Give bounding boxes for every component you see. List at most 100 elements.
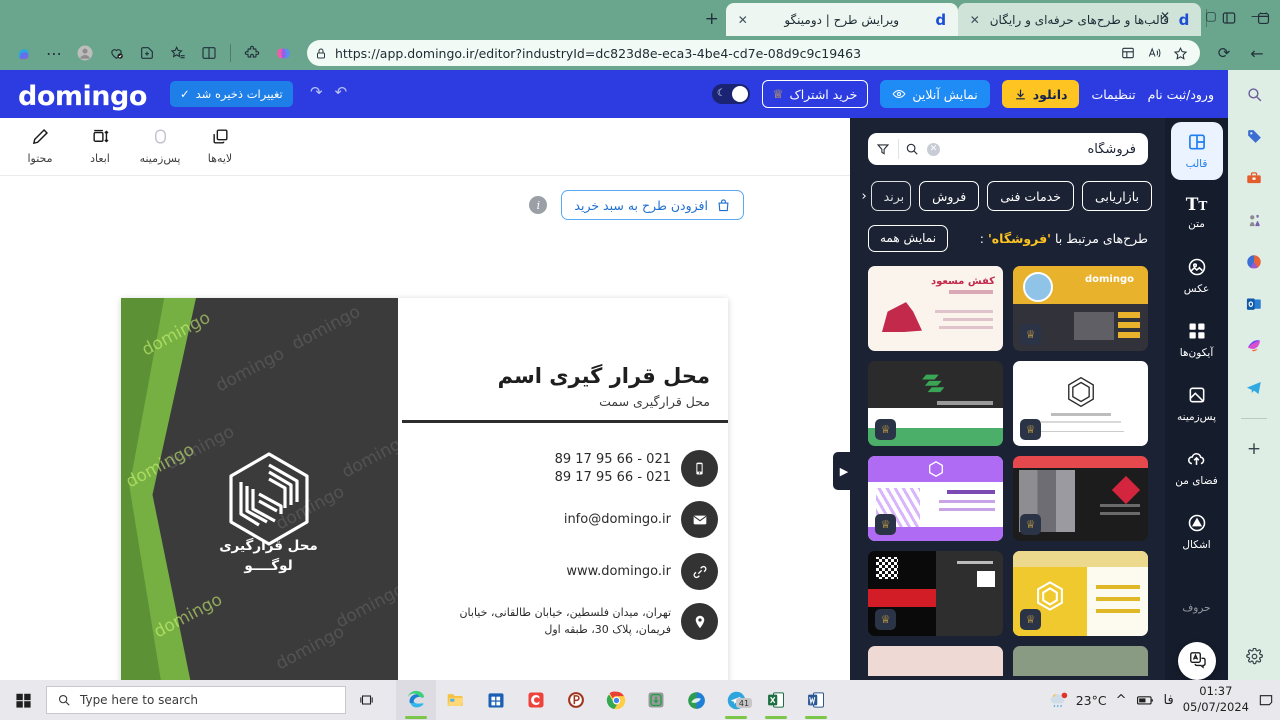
- clear-icon[interactable]: ✕: [927, 142, 940, 156]
- taskbar-chrome-icon[interactable]: [596, 680, 636, 720]
- tool-content[interactable]: محتوا: [16, 124, 64, 165]
- search-icon[interactable]: [899, 142, 925, 156]
- start-button[interactable]: [0, 680, 46, 720]
- taskbar-word-icon[interactable]: [796, 680, 836, 720]
- outlook-icon[interactable]: [1239, 290, 1269, 318]
- redo-icon[interactable]: ↷: [310, 83, 323, 101]
- designer-icon[interactable]: [1239, 332, 1269, 360]
- template-search-bar[interactable]: ✕: [868, 133, 1148, 165]
- search-input[interactable]: [940, 141, 1148, 157]
- online-preview-button[interactable]: نمایش آنلاین: [880, 80, 990, 108]
- tool-background[interactable]: پس‌زمینه: [136, 124, 184, 165]
- info-icon[interactable]: i: [529, 196, 548, 214]
- template-thumbnail[interactable]: ♕: [868, 456, 1003, 541]
- taskbar-edge-icon[interactable]: [396, 680, 436, 720]
- template-thumbnail[interactable]: ♕: [1013, 551, 1148, 636]
- collections-icon[interactable]: [163, 39, 193, 67]
- rail-item-shapes[interactable]: اشکال: [1165, 500, 1228, 564]
- business-card-canvas[interactable]: domingo domingo domingo domingo domingo …: [121, 298, 728, 680]
- chevron-left-icon[interactable]: ‹: [861, 189, 866, 204]
- add-to-cart-button[interactable]: افزودن طرح به سبد خرید: [561, 190, 744, 220]
- rail-item-icons[interactable]: آیکون‌ها: [1165, 308, 1228, 372]
- telegram-icon[interactable]: [1239, 374, 1269, 402]
- profile-avatar[interactable]: [70, 39, 100, 67]
- toolbox-icon[interactable]: [1239, 164, 1269, 192]
- rail-item-my-space[interactable]: فضای من: [1165, 436, 1228, 500]
- health-check-icon[interactable]: [101, 39, 131, 67]
- rail-item-image[interactable]: عکس: [1165, 244, 1228, 308]
- template-thumbnail[interactable]: ♕: [868, 551, 1003, 636]
- games-icon[interactable]: [1239, 206, 1269, 234]
- template-thumbnail[interactable]: [868, 646, 1003, 676]
- close-button[interactable]: ✕: [1142, 0, 1188, 32]
- back-icon[interactable]: ←: [1242, 39, 1272, 67]
- taskbar-search[interactable]: Type here to search: [46, 686, 346, 714]
- new-tab-button[interactable]: +: [698, 5, 726, 33]
- taskbar-pulse-icon[interactable]: [556, 680, 596, 720]
- chip-brand[interactable]: برند: [870, 181, 912, 211]
- more-options-icon[interactable]: ⋯: [39, 39, 69, 67]
- buy-subscription-button[interactable]: خرید اشتراک ♕: [761, 80, 869, 108]
- copilot-brain-icon[interactable]: [268, 39, 298, 67]
- panel-toggle-button[interactable]: ▶: [833, 452, 855, 490]
- notification-icon[interactable]: [1258, 692, 1274, 708]
- template-thumbnail[interactable]: ♕: [1013, 361, 1148, 446]
- browser-tab-2[interactable]: d ویرایش طرح | دومینگو ✕: [725, 3, 958, 36]
- split-screen-icon[interactable]: [1116, 42, 1140, 64]
- task-view-icon[interactable]: [346, 680, 386, 720]
- settings-button[interactable]: تنظیمات: [1091, 87, 1135, 102]
- download-button[interactable]: دانلود: [1001, 80, 1080, 108]
- weather-widget[interactable]: 23°C: [1048, 690, 1107, 710]
- rail-item-template[interactable]: قالب: [1170, 122, 1223, 180]
- taskbar-store-icon[interactable]: [476, 680, 516, 720]
- language-indicator[interactable]: فا: [1164, 693, 1174, 708]
- favorite-star-icon[interactable]: [1168, 42, 1192, 64]
- gear-icon[interactable]: [1239, 642, 1269, 670]
- rail-item-letters[interactable]: حروف: [1165, 564, 1228, 628]
- add-favorite-icon[interactable]: [132, 39, 162, 67]
- template-thumbnail[interactable]: ♕: [868, 361, 1003, 446]
- copilot-sidebar-icon[interactable]: [8, 39, 38, 67]
- letters-float-button[interactable]: [1178, 642, 1216, 680]
- clock[interactable]: 01:37 05/07/2024: [1183, 684, 1249, 715]
- template-thumbnail[interactable]: [1013, 646, 1148, 676]
- taskbar-excel-icon[interactable]: [756, 680, 796, 720]
- template-thumbnail[interactable]: domingo ♕: [1013, 266, 1148, 351]
- chip-marketing[interactable]: بازاریابی: [1081, 181, 1152, 211]
- card-role-text[interactable]: محل قرارگیری سمت: [599, 394, 710, 409]
- tab-close-icon[interactable]: ✕: [735, 12, 751, 28]
- taskbar-telegram-icon[interactable]: 41: [716, 680, 756, 720]
- theme-toggle[interactable]: ☾: [711, 84, 750, 104]
- card-website-row[interactable]: www.domingo.ir: [566, 553, 718, 590]
- chip-technical-services[interactable]: خدمات فنی: [987, 181, 1074, 211]
- office-icon[interactable]: [1239, 248, 1269, 276]
- card-name-text[interactable]: محل قرار گیری اسم: [498, 364, 710, 388]
- rail-item-text[interactable]: TT متن: [1165, 180, 1228, 244]
- chip-sales[interactable]: فروش: [919, 181, 980, 211]
- maximize-button[interactable]: ▢: [1188, 0, 1234, 32]
- template-thumbnail[interactable]: کفش مسعود: [868, 266, 1003, 351]
- tag-icon[interactable]: [1239, 122, 1269, 150]
- card-address-row[interactable]: تهران، میدان فلسطین، خیابان طالقانی، خیا…: [459, 603, 718, 640]
- filter-icon[interactable]: [868, 142, 898, 156]
- minimize-button[interactable]: —: [1234, 0, 1280, 32]
- taskbar-idm-icon[interactable]: [636, 680, 676, 720]
- taskbar-camtasia-icon[interactable]: [516, 680, 556, 720]
- browser-essentials-icon[interactable]: [194, 39, 224, 67]
- read-aloud-icon[interactable]: [1142, 42, 1166, 64]
- search-icon[interactable]: [1239, 80, 1269, 108]
- card-phone-row[interactable]: 021 - 66 95 17 89 021 - 66 95 17 89: [555, 450, 718, 487]
- login-register-button[interactable]: ورود/ثبت نام: [1148, 87, 1214, 102]
- show-all-button[interactable]: نمایش همه: [868, 224, 949, 252]
- reload-icon[interactable]: ⟳: [1209, 39, 1239, 67]
- extensions-puzzle-icon[interactable]: [237, 39, 267, 67]
- template-thumbnail[interactable]: ♕: [1013, 456, 1148, 541]
- tool-dimensions[interactable]: ابعاد: [76, 124, 124, 165]
- tool-layers[interactable]: لایه‌ها: [196, 124, 244, 165]
- taskbar-photo-viewer-icon[interactable]: [676, 680, 716, 720]
- tab-close-icon[interactable]: ✕: [967, 12, 983, 28]
- rail-item-background[interactable]: پس‌زمینه: [1165, 372, 1228, 436]
- add-icon[interactable]: +: [1239, 435, 1269, 463]
- chevron-up-icon[interactable]: ^: [1116, 693, 1127, 708]
- card-email-row[interactable]: info@domingo.ir: [564, 501, 718, 538]
